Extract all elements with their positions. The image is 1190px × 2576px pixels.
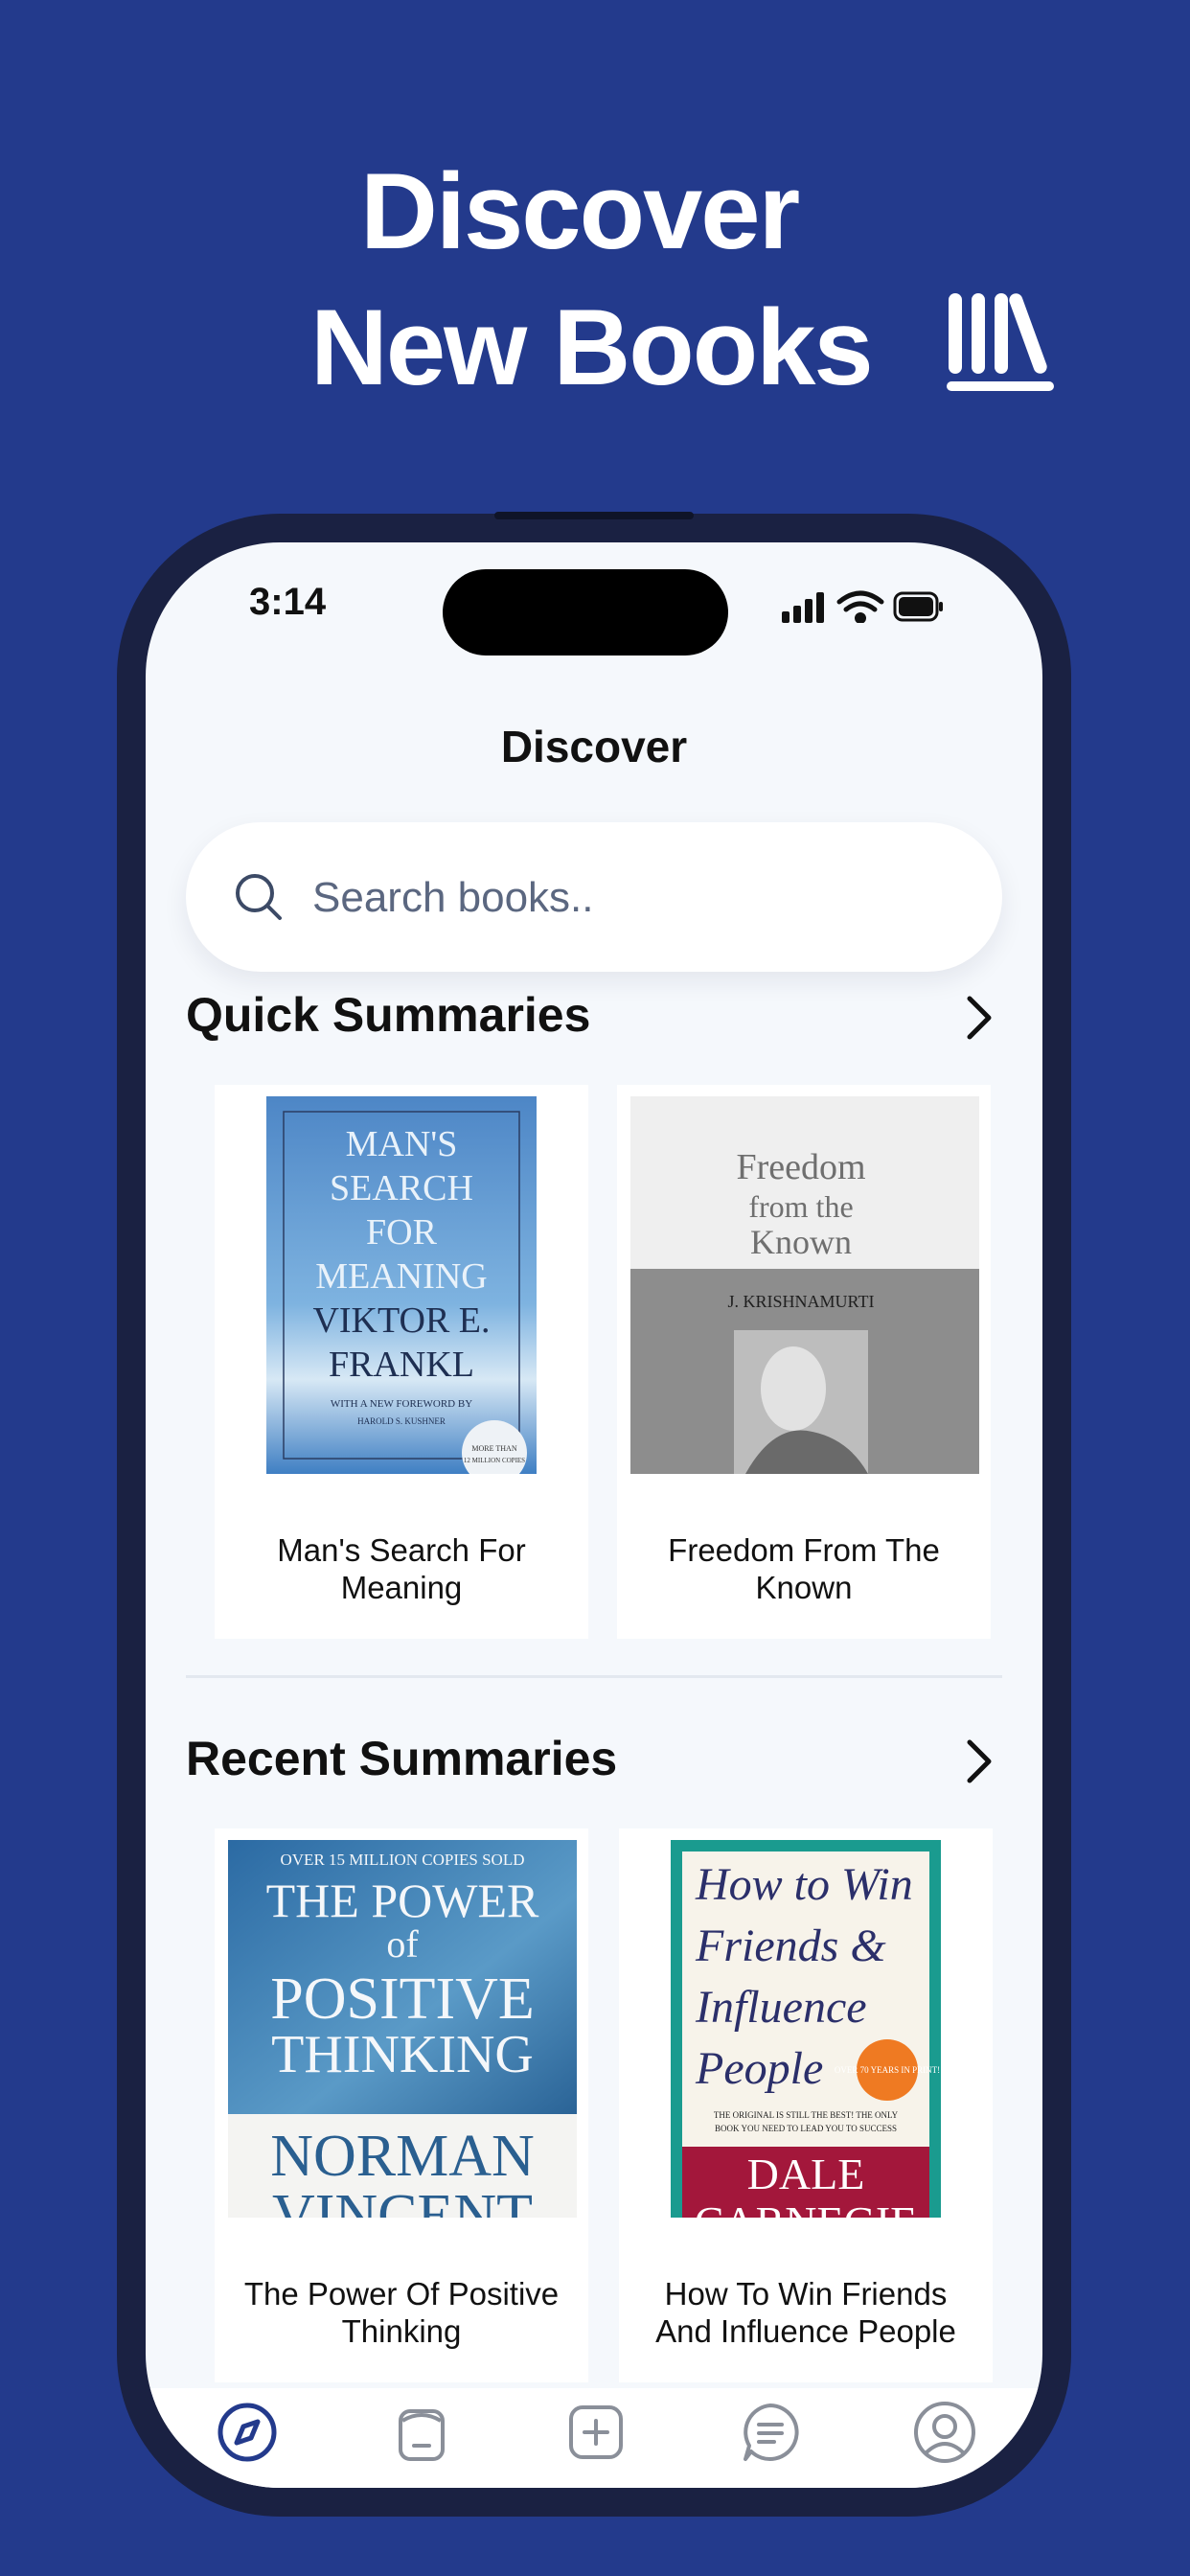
book-cover-freedom-known: Freedom from the Known J. KRISHNAMURTI <box>630 1096 979 1474</box>
cover-text: Known <box>750 1223 852 1261</box>
book-title: Man's Search For Meaning <box>277 1532 526 1605</box>
cover-text: FRANKL <box>329 1345 474 1385</box>
cover-text: Friends & <box>695 1920 886 1971</box>
search-icon <box>236 874 282 920</box>
cover-text: OVER 15 MILLION COPIES SOLD <box>281 1851 525 1869</box>
cover-text: MORE THAN <box>471 1444 516 1453</box>
cover-text: HAROLD S. KUSHNER <box>357 1416 446 1426</box>
battery-icon <box>893 591 943 622</box>
status-time: 3:14 <box>249 581 327 623</box>
cover-text: THINKING <box>271 2025 534 2084</box>
book-card-power-positive[interactable]: OVER 15 MILLION COPIES SOLD THE POWER of… <box>215 1828 588 2382</box>
cover-text: CARNEGIE <box>695 2197 918 2218</box>
book-cover-mans-search: MAN'S SEARCH FOR MEANING VIKTOR E. FRANK… <box>266 1096 537 1474</box>
add-icon[interactable] <box>561 2398 630 2467</box>
library-icon[interactable] <box>387 2398 456 2467</box>
cover-text: Freedom <box>736 1147 865 1187</box>
section-title-quick-summaries: Quick Summaries <box>186 988 591 1042</box>
headline-line-1: Discover <box>360 151 800 271</box>
chevron-right-icon[interactable] <box>960 993 998 1043</box>
cover-text: VIKTOR E. <box>312 1300 490 1341</box>
cover-text: POSITIVE <box>270 1966 535 2032</box>
book-cover-power-positive: OVER 15 MILLION COPIES SOLD THE POWER of… <box>228 1840 577 2218</box>
status-icons <box>782 590 943 623</box>
cover-text: 12 MILLION COPIES <box>464 1457 525 1464</box>
book-card-freedom-known[interactable]: Freedom from the Known J. KRISHNAMURTI F… <box>617 1085 991 1639</box>
cover-text: VINCENT <box>272 2183 533 2218</box>
search-input[interactable] <box>310 859 966 937</box>
cover-text: MAN'S <box>346 1124 458 1164</box>
wifi-icon <box>836 590 884 623</box>
signal-icon <box>782 592 824 623</box>
cover-text: J. KRISHNAMURTI <box>728 1292 875 1311</box>
phone-top-edge <box>494 512 694 519</box>
book-card-mans-search[interactable]: MAN'S SEARCH FOR MEANING VIKTOR E. FRANK… <box>215 1085 588 1639</box>
cover-text: THE POWER <box>266 1874 539 1927</box>
page-title: Discover <box>500 722 688 771</box>
book-cover-win-friends: How to Win Friends & Influence People OV… <box>671 1840 941 2218</box>
cover-text: BOOK YOU NEED TO LEAD YOU TO SUCCESS <box>715 2124 897 2133</box>
cover-text: NORMAN <box>270 2124 535 2189</box>
cover-text: from the <box>748 1189 853 1224</box>
books-shelf-icon <box>947 293 1054 391</box>
compass-icon[interactable] <box>213 2398 282 2467</box>
book-title: Freedom From The Known <box>668 1532 940 1605</box>
cover-text: DALE <box>747 2150 865 2198</box>
search-bar[interactable] <box>186 822 1002 972</box>
cover-text: MEANING <box>315 1256 487 1297</box>
cover-text: How to Win <box>695 1859 913 1910</box>
cover-text: of <box>386 1922 419 1966</box>
book-title: How To Win Friends And Influence People <box>655 2276 956 2349</box>
profile-icon[interactable] <box>910 2398 979 2467</box>
cover-text: WITH A NEW FOREWORD BY <box>331 1398 472 1410</box>
tab-bar <box>146 2388 1042 2488</box>
chevron-right-icon[interactable] <box>960 1736 998 1786</box>
cover-text: FOR <box>366 1212 438 1253</box>
app-screen: 3:14 Discover Quick Summaries <box>146 542 1042 2488</box>
section-title-recent-summaries: Recent Summaries <box>186 1732 618 1785</box>
cover-text: Influence <box>695 1982 867 2033</box>
chat-icon[interactable] <box>736 2398 805 2467</box>
cover-text: THE ORIGINAL IS STILL THE BEST! THE ONLY <box>714 2110 899 2120</box>
cover-text: People <box>695 2043 823 2094</box>
section-divider <box>186 1675 1002 1678</box>
headline-line-2: New Books <box>310 288 874 407</box>
cover-text: OVER 70 YEARS IN PRINT! <box>835 2065 940 2075</box>
cover-text: SEARCH <box>330 1168 473 1208</box>
dynamic-island <box>443 569 728 656</box>
book-title: The Power Of Positive Thinking <box>243 2276 560 2349</box>
book-card-win-friends[interactable]: How to Win Friends & Influence People OV… <box>619 1828 993 2382</box>
